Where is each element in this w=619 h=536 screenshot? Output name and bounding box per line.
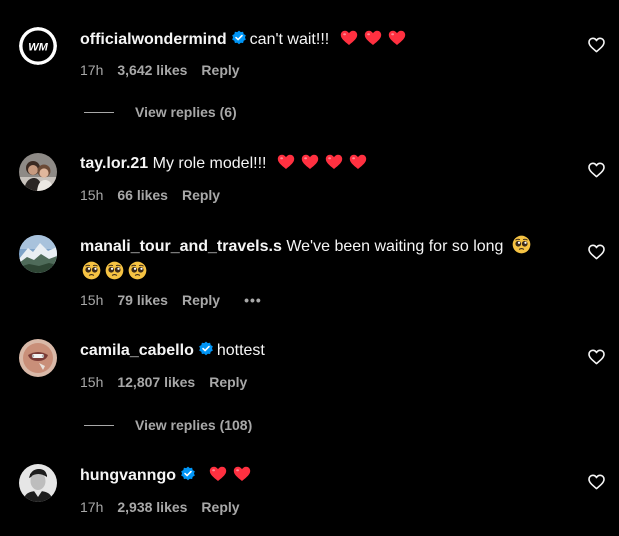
more-options-button[interactable]: ••• [244, 292, 262, 308]
divider [84, 111, 114, 113]
comment-timestamp: 15h [80, 374, 104, 390]
red-heart-emoji-icon [349, 154, 367, 169]
wondermind-logo-icon: WM [19, 27, 57, 65]
verified-badge-icon [181, 466, 195, 481]
view-replies-button[interactable]: View replies (108) [84, 417, 252, 433]
profile-photo [19, 339, 57, 377]
reply-button[interactable]: Reply [182, 292, 220, 308]
like-count[interactable]: 66 likes [117, 187, 168, 203]
mountain-photo [19, 235, 57, 273]
heart-outline-icon[interactable] [588, 244, 605, 260]
profile-photo [19, 153, 57, 191]
comment-timestamp: 17h [80, 499, 104, 515]
avatar[interactable]: WM [19, 27, 57, 65]
like-count[interactable]: 3,642 likes [117, 62, 187, 78]
red-heart-emoji-icon [340, 30, 357, 45]
red-heart-emoji-icon [277, 154, 295, 169]
reply-button[interactable]: Reply [182, 187, 220, 203]
svg-text:WM: WM [28, 42, 48, 54]
like-count[interactable]: 79 likes [117, 292, 168, 308]
username[interactable]: manali_tour_and_travels.s [80, 238, 282, 255]
pleading-face-emoji-icon [105, 261, 124, 280]
verified-badge-icon [231, 30, 246, 45]
reply-button[interactable]: Reply [201, 62, 239, 78]
username[interactable]: officialwondermind [80, 31, 227, 48]
pleading-face-emoji-icon [512, 235, 531, 254]
comment-timestamp: 15h [80, 187, 104, 203]
heart-outline-icon[interactable] [588, 474, 605, 490]
like-count[interactable]: 12,807 likes [117, 374, 195, 390]
red-heart-emoji-icon [301, 154, 319, 169]
reply-button[interactable]: Reply [209, 374, 247, 390]
verified-badge-icon [199, 341, 213, 356]
like-count[interactable]: 2,938 likes [117, 499, 187, 515]
avatar[interactable] [19, 235, 57, 273]
red-heart-emoji-icon [325, 154, 343, 169]
view-replies-label: View replies (6) [135, 104, 237, 120]
username[interactable]: hungvanngo [80, 467, 176, 484]
avatar[interactable] [19, 153, 57, 191]
username[interactable]: camila_cabello [80, 342, 194, 359]
comment-text: We've been waiting for so long [286, 238, 504, 255]
comment-text: hottest [216, 342, 265, 359]
reply-button[interactable]: Reply [201, 499, 239, 515]
view-replies-label: View replies (108) [135, 417, 253, 433]
avatar[interactable] [19, 339, 57, 377]
comment-text: can't wait!!! [249, 31, 330, 48]
red-heart-emoji-icon [210, 466, 227, 481]
view-replies-button[interactable]: View replies (6) [84, 104, 237, 120]
comment-text: My role model!!! [152, 155, 267, 172]
heart-outline-icon[interactable] [588, 162, 605, 178]
red-heart-emoji-icon [364, 30, 381, 45]
pleading-face-emoji-icon [128, 261, 147, 280]
divider [84, 424, 114, 426]
pleading-face-emoji-icon [82, 261, 101, 280]
profile-photo [19, 464, 57, 502]
heart-outline-icon[interactable] [588, 37, 605, 53]
red-heart-emoji-icon [234, 466, 251, 481]
avatar[interactable] [19, 464, 57, 502]
username[interactable]: tay.lor.21 [80, 155, 148, 172]
heart-outline-icon[interactable] [588, 349, 605, 365]
red-heart-emoji-icon [388, 30, 405, 45]
comment-timestamp: 15h [80, 292, 104, 308]
comment-timestamp: 17h [80, 62, 104, 78]
